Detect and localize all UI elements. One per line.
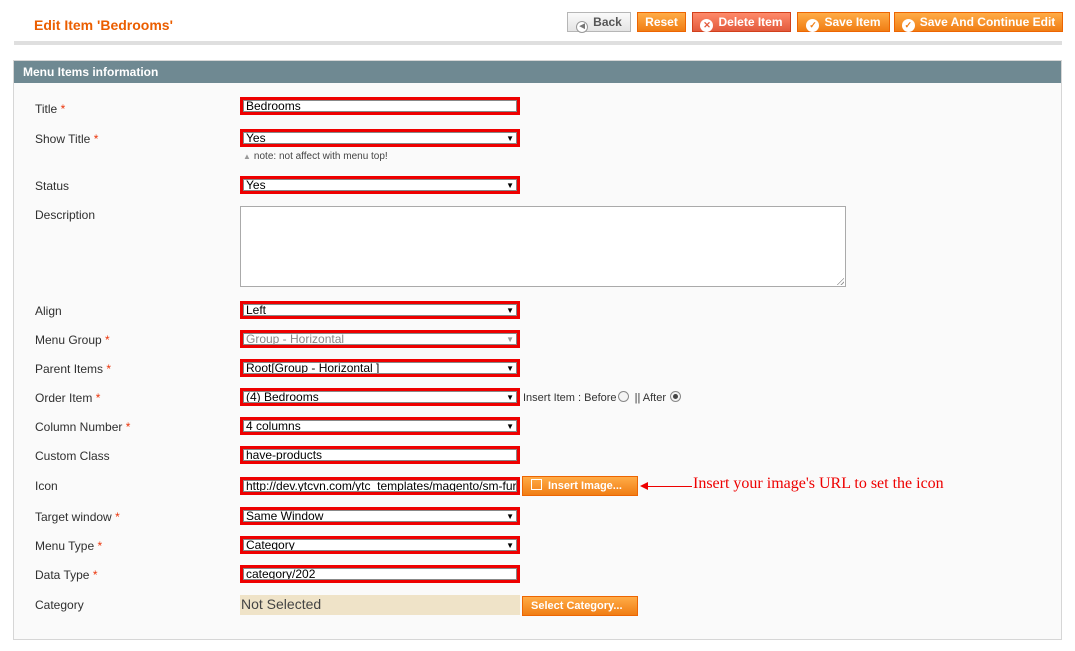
delete-icon: ✕: [700, 19, 714, 32]
before-radio[interactable]: [617, 391, 629, 402]
annotation-text: Insert your image's URL to set the icon: [693, 475, 944, 492]
section-title: Menu Items information: [14, 61, 1061, 83]
insert-image-button[interactable]: Insert Image...: [522, 476, 638, 496]
icon-url-input[interactable]: http://dev.ytcvn.com/ytc_templates/magen…: [240, 477, 520, 495]
save-item-button[interactable]: ✓ Save Item: [797, 12, 890, 32]
back-arrow-icon: ◀: [576, 21, 589, 33]
page-header: Edit Item 'Bedrooms' ◀ Back Reset ✕ Delete…: [14, 0, 1063, 45]
reset-button[interactable]: Reset: [637, 12, 686, 32]
show-title-select[interactable]: Yes: [240, 129, 520, 147]
data-type-input[interactable]: category/202: [240, 565, 520, 583]
target-window-select[interactable]: Same Window: [240, 507, 520, 525]
back-button[interactable]: ◀ Back: [567, 12, 631, 33]
show-title-note: ▲ note: not affect with menu top!: [243, 151, 388, 162]
category-value: Not Selected: [240, 595, 520, 615]
column-number-select[interactable]: 4 columns: [240, 417, 520, 435]
align-label: Align: [35, 304, 62, 318]
title-label: Title *: [35, 102, 66, 116]
order-item-select[interactable]: (4) Bedrooms: [240, 388, 520, 406]
insert-position-options: Insert Item : Before || After: [523, 391, 684, 404]
show-title-label: Show Title *: [35, 132, 99, 146]
order-item-label: Order Item *: [35, 391, 101, 405]
target-window-label: Target window *: [35, 510, 120, 524]
menu-group-select[interactable]: Group - Horizontal: [240, 330, 520, 348]
column-number-label: Column Number *: [35, 420, 131, 434]
data-type-label: Data Type *: [35, 568, 98, 582]
title-input[interactable]: Bedrooms: [240, 97, 520, 115]
select-category-button[interactable]: Select Category...: [522, 596, 638, 616]
annotation-arrow: [640, 482, 692, 490]
custom-class-label: Custom Class: [35, 449, 110, 463]
parent-items-select[interactable]: Root[Group - Horizontal ]: [240, 359, 520, 377]
checkmark-icon: ✓: [901, 19, 915, 32]
icon-label: Icon: [35, 479, 58, 493]
delete-item-button[interactable]: ✕ Delete Item: [692, 12, 791, 32]
checkmark-icon: ✓: [806, 19, 820, 32]
image-icon: [531, 479, 542, 490]
custom-class-input[interactable]: have-products: [240, 446, 520, 464]
status-label: Status: [35, 179, 70, 193]
menu-group-label: Menu Group *: [35, 333, 110, 347]
status-select[interactable]: Yes: [240, 176, 520, 194]
description-textarea[interactable]: [240, 206, 846, 287]
save-and-continue-button[interactable]: ✓ Save And Continue Edit: [894, 12, 1063, 32]
after-radio[interactable]: [670, 391, 682, 402]
page-title: Edit Item 'Bedrooms': [34, 17, 173, 33]
category-label: Category: [35, 598, 84, 612]
description-label: Description: [35, 208, 96, 222]
triangle-icon: ▲: [243, 152, 251, 161]
parent-items-label: Parent Items *: [35, 362, 112, 376]
align-select[interactable]: Left: [240, 301, 520, 319]
menu-type-select[interactable]: Category: [240, 536, 520, 554]
menu-items-fieldset: Menu Items information Title * Bedrooms …: [13, 60, 1062, 640]
menu-type-label: Menu Type *: [35, 539, 103, 553]
